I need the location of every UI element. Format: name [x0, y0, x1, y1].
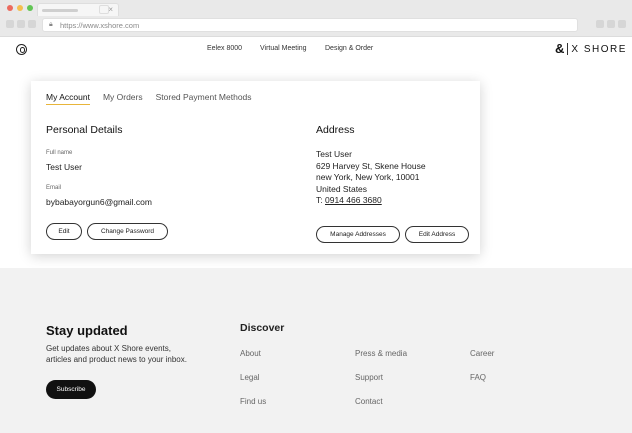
- address-title: Address: [316, 124, 355, 136]
- footer-link-about[interactable]: About: [240, 349, 261, 358]
- close-tab-icon[interactable]: ×: [108, 4, 113, 16]
- footer-link-faq[interactable]: FAQ: [470, 373, 486, 382]
- full-name-value: Test User: [46, 162, 82, 172]
- browser-toolbar-buttons: [596, 20, 626, 28]
- minimize-window-button[interactable]: [17, 5, 23, 11]
- menu-button[interactable]: [618, 20, 626, 28]
- tab-my-account[interactable]: My Account: [46, 92, 90, 105]
- address-line: United States: [316, 183, 368, 194]
- lock-icon: 🔒︎: [49, 21, 53, 28]
- footer-link-legal[interactable]: Legal: [240, 373, 260, 382]
- edit-button[interactable]: Edit: [46, 223, 82, 240]
- account-tabs: My Account My Orders Stored Payment Meth…: [46, 92, 252, 105]
- subscribe-button[interactable]: Subscribe: [46, 380, 96, 399]
- discover-title: Discover: [240, 322, 285, 334]
- address-line: new York, New York, 10001: [316, 172, 420, 182]
- full-name-label: Full name: [46, 150, 73, 156]
- phone-link[interactable]: 0914 466 3680: [325, 195, 382, 205]
- footer-link-find-us[interactable]: Find us: [240, 397, 266, 406]
- manage-addresses-button[interactable]: Manage Addresses: [316, 226, 400, 243]
- logo-divider: [567, 43, 569, 55]
- tab-stored-payment-methods[interactable]: Stored Payment Methods: [156, 92, 252, 102]
- newsletter-title: Stay updated: [46, 323, 128, 338]
- edit-address-button[interactable]: Edit Address: [405, 226, 469, 243]
- email-label: Email: [46, 185, 62, 191]
- tab-title-placeholder: [42, 9, 78, 12]
- tab-my-orders[interactable]: My Orders: [103, 92, 143, 102]
- browser-nav-buttons: [6, 20, 36, 28]
- address-block: Test User 629 Harvey St, Skene House new…: [316, 149, 426, 195]
- user-circle-icon[interactable]: [16, 44, 27, 55]
- address-line: 629 Harvey St, Skene House: [316, 160, 426, 171]
- site-logo[interactable]: & X SHORE: [555, 42, 627, 56]
- address-line: Test User: [316, 149, 352, 159]
- new-tab-button[interactable]: [99, 5, 109, 14]
- account-card: My Account My Orders Stored Payment Meth…: [31, 81, 480, 254]
- maximize-window-button[interactable]: [27, 5, 33, 11]
- newsletter-text: Get updates about X Shore events, articl…: [46, 344, 187, 364]
- personal-details-title: Personal Details: [46, 124, 123, 136]
- site-footer: Stay updated Get updates about X Shore e…: [0, 268, 632, 433]
- nav-link-virtual-meeting[interactable]: Virtual Meeting: [260, 45, 307, 52]
- footer-link-career[interactable]: Career: [470, 349, 494, 358]
- phone-prefix: T:: [316, 195, 323, 205]
- logo-text: X SHORE: [571, 43, 627, 55]
- footer-link-contact[interactable]: Contact: [355, 397, 383, 406]
- back-button[interactable]: [6, 20, 14, 28]
- email-value: bybabayorgun6@gmail.com: [46, 197, 152, 207]
- logo-mark: &: [555, 41, 565, 56]
- change-password-button[interactable]: Change Password: [87, 223, 168, 240]
- nav-link-eelex[interactable]: Eelex 8000: [207, 45, 242, 52]
- share-button[interactable]: [607, 20, 615, 28]
- phone-line: T: 0914 466 3680: [316, 195, 382, 205]
- nav-link-design-order[interactable]: Design & Order: [325, 45, 373, 52]
- forward-button[interactable]: [17, 20, 25, 28]
- footer-link-support[interactable]: Support: [355, 373, 383, 382]
- extension-button[interactable]: [596, 20, 604, 28]
- footer-link-press-media[interactable]: Press & media: [355, 349, 407, 358]
- close-window-button[interactable]: [7, 5, 13, 11]
- window-controls: [7, 5, 33, 11]
- address-bar[interactable]: 🔒︎ https://www.xshore.com: [42, 18, 578, 32]
- url-text: https://www.xshore.com: [60, 21, 140, 30]
- browser-chrome: × 🔒︎ https://www.xshore.com: [0, 0, 632, 37]
- reload-button[interactable]: [28, 20, 36, 28]
